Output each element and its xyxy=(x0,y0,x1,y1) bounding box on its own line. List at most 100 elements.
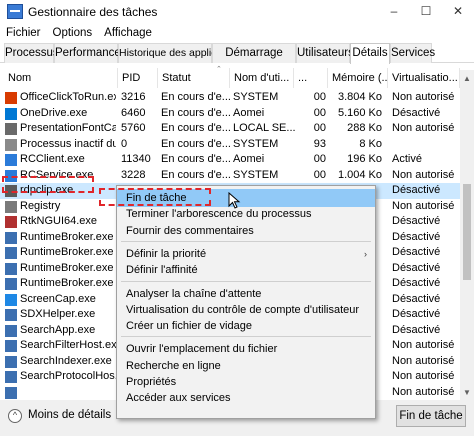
maximize-button[interactable]: ☐ xyxy=(410,0,442,22)
context-menu-item[interactable]: Accéder aux services xyxy=(117,389,375,407)
context-menu-item[interactable]: Analyser la chaîne d'attente xyxy=(117,285,375,303)
column-header-pid[interactable]: PID xyxy=(118,68,158,88)
cell-status: En cours d'e... xyxy=(161,91,231,103)
cell-status: En cours d'e... xyxy=(161,153,231,165)
scroll-up-icon[interactable]: ▲ xyxy=(462,74,472,84)
chevron-right-icon: › xyxy=(364,248,367,259)
context-menu-item[interactable]: Définir l'affinité xyxy=(117,261,375,279)
context-menu-item-label: Analyser la chaîne d'attente xyxy=(126,287,262,300)
minimize-button[interactable]: – xyxy=(378,0,410,22)
cell-cpu: 00 xyxy=(313,106,326,119)
cell-memory: 3.804 Ko xyxy=(337,91,382,103)
context-menu-item[interactable]: Fournir des commentaires xyxy=(117,222,375,240)
cell-name: SearchApp.exe xyxy=(20,323,96,336)
end-task-button[interactable]: Fin de tâche xyxy=(396,405,466,427)
process-icon xyxy=(5,92,17,104)
tab-services[interactable]: Services xyxy=(390,43,435,63)
scroll-thumb[interactable] xyxy=(463,184,471,280)
cell-virtualisation: Désactivé xyxy=(392,184,441,196)
cell-pid: 5760 xyxy=(121,122,146,134)
cell-virtualisation: Non autorisé xyxy=(392,122,455,134)
cell-virtualisation: Désactivé xyxy=(392,323,441,336)
context-menu-item-label: Virtualisation du contrôle de compte d'u… xyxy=(126,303,360,316)
table-row[interactable]: OneDrive.exe 6460 En cours d'e... Aomei 00 5.… xyxy=(0,106,462,122)
process-icon xyxy=(5,247,17,259)
process-icon xyxy=(5,309,17,321)
process-icon xyxy=(5,340,17,352)
cell-virtualisation: Désactivé xyxy=(392,230,441,243)
context-menu-item[interactable]: Recherche en ligne xyxy=(117,357,375,375)
cell-virtualisation: Désactivé xyxy=(392,261,441,274)
context-menu-item-label: Recherche en ligne xyxy=(126,359,221,372)
context-menu: Fin de tâche Terminer l'arborescence du p… xyxy=(116,185,376,419)
column-header-virtualisation[interactable]: Virtualisatio... xyxy=(388,68,460,88)
column-header-memoire[interactable]: Mémoire (... xyxy=(328,68,388,88)
cell-virtualisation xyxy=(392,137,462,153)
cell-status: En cours d'e... xyxy=(161,106,231,119)
menu-separator xyxy=(121,336,371,338)
tab-performance[interactable]: Performance xyxy=(54,43,121,63)
cell-pid: 6460 xyxy=(121,106,146,119)
cell-user: SYSTEM xyxy=(233,137,279,150)
table-row[interactable]: PresentationFontCac... 5760 En cours d'e..… xyxy=(0,121,462,137)
process-icon xyxy=(5,293,17,306)
vertical-scrollbar[interactable]: ▲ ▼ xyxy=(460,70,474,400)
table-row[interactable]: OfficeClickToRun.exe 3216 En cours d'e... S… xyxy=(0,90,462,106)
cell-name xyxy=(20,385,116,401)
menu-separator xyxy=(121,280,371,282)
process-icon xyxy=(5,154,17,166)
scroll-down-icon[interactable]: ▼ xyxy=(462,388,472,398)
cell-user: Aomei xyxy=(233,106,265,119)
context-menu-item[interactable]: Définir la priorité › xyxy=(117,245,375,263)
cell-name: PresentationFontCac... xyxy=(20,122,116,134)
menu-affichage[interactable]: Affichage xyxy=(98,24,158,42)
cell-name: SearchIndexer.exe xyxy=(20,354,112,367)
task-manager-icon xyxy=(7,4,23,19)
column-header-nom[interactable]: Nom xyxy=(4,68,118,88)
menu-options[interactable]: Options xyxy=(47,24,99,42)
context-menu-item[interactable]: Virtualisation du contrôle de compte d'u… xyxy=(117,301,375,319)
context-menu-item[interactable]: Ouvrir l'emplacement du fichier xyxy=(117,340,375,358)
window-title: Gestionnaire des tâches xyxy=(28,5,158,19)
cell-name: Processus inactif du ... xyxy=(20,137,116,150)
context-menu-item[interactable]: Créer un fichier de vidage xyxy=(117,317,375,335)
cell-virtualisation: Désactivé xyxy=(392,246,441,258)
context-menu-item[interactable]: Terminer l'arborescence du processus xyxy=(117,205,375,223)
chevron-up-icon[interactable]: ^ xyxy=(8,409,22,423)
cell-virtualisation: Désactivé xyxy=(392,277,441,289)
tab-demarrage[interactable]: Démarrage xyxy=(212,43,296,63)
process-icon xyxy=(5,107,17,120)
process-icon xyxy=(5,123,17,135)
table-row[interactable]: RCClient.exe 11340 En cours d'e... Aomei 00 1… xyxy=(0,152,462,168)
cell-memory: 288 Ko xyxy=(347,122,382,134)
tab-details[interactable]: Détails xyxy=(350,43,390,64)
cell-status: En cours d'e... xyxy=(161,137,231,150)
cell-virtualisation: Désactivé xyxy=(392,106,441,119)
process-icon xyxy=(5,355,17,368)
process-icon xyxy=(5,324,17,337)
close-button[interactable]: ✕ xyxy=(442,0,474,22)
cell-name: RCClient.exe xyxy=(20,153,85,165)
tab-utilisateurs[interactable]: Utilisateurs xyxy=(296,43,354,63)
cell-name: SearchFilterHost.exe xyxy=(20,339,116,351)
cell-memory: 8 Ko xyxy=(359,137,382,150)
fewer-details-link[interactable]: Moins de détails xyxy=(28,409,111,421)
title-bar: Gestionnaire des tâches – ☐ ✕ xyxy=(0,0,474,24)
cell-virtualisation: Désactivé xyxy=(392,215,441,227)
context-menu-item[interactable]: Propriétés xyxy=(117,373,375,391)
cell-virtualisation: Non autorisé xyxy=(392,91,455,103)
context-menu-item-label: Fournir des commentaires xyxy=(126,224,254,237)
cell-name: OfficeClickToRun.exe xyxy=(20,91,116,103)
tab-historique[interactable]: Historique des applications xyxy=(118,43,245,63)
cell-memory: 5.160 Ko xyxy=(337,106,382,119)
column-header-utilisateur[interactable]: Nom d'uti... xyxy=(230,68,294,88)
cell-virtualisation: Désactivé xyxy=(392,292,441,305)
column-header-cpu[interactable]: ... xyxy=(294,68,328,88)
menu-fichier[interactable]: Fichier xyxy=(0,24,47,42)
cell-pid: 11340 xyxy=(121,153,151,165)
process-icon xyxy=(5,216,17,228)
cell-cpu: 00 xyxy=(313,153,326,165)
cell-memory: 196 Ko xyxy=(347,153,382,165)
table-row[interactable]: Processus inactif du ... 0 En cours d'e...… xyxy=(0,137,462,153)
tab-processus[interactable]: Processus xyxy=(4,43,59,63)
